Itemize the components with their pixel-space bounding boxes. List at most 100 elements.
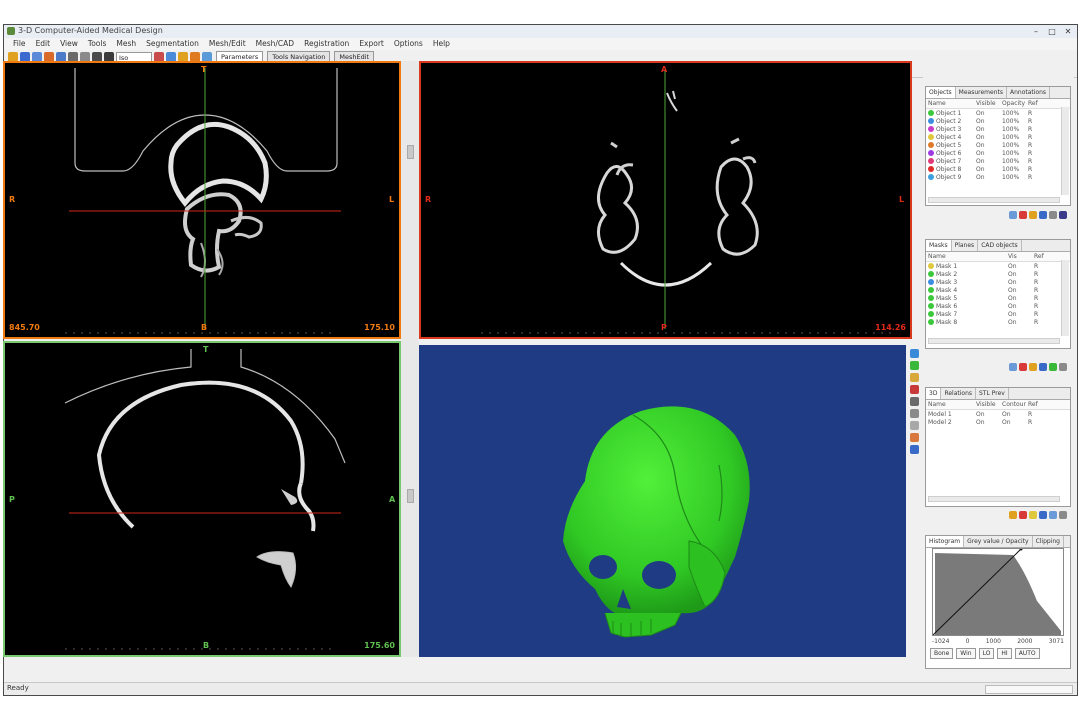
properties-icon[interactable] [1039, 211, 1047, 219]
properties-icon[interactable] [1039, 363, 1047, 371]
3d-view[interactable] [419, 345, 906, 657]
copy-icon[interactable] [1059, 511, 1067, 519]
tab-histogram[interactable]: Histogram [926, 536, 965, 547]
close-button[interactable]: ✕ [1061, 26, 1075, 36]
col-name[interactable]: Name [926, 99, 976, 108]
menu-options[interactable]: Options [389, 38, 428, 50]
col-name[interactable]: Name [926, 400, 976, 409]
list-item[interactable]: Mask 6 On R [926, 302, 1070, 310]
tab-grey-opacity[interactable]: Grey value / Opacity [964, 536, 1033, 547]
list-item[interactable]: Object 8 On 100% R [926, 165, 1070, 173]
col-visible[interactable]: Visible [976, 400, 1002, 409]
lo-button[interactable]: LO [978, 648, 995, 659]
duplicate-icon[interactable] [1029, 211, 1037, 219]
splitter-grip-bottom[interactable] [407, 489, 414, 503]
win-button[interactable]: Win [956, 648, 976, 659]
settings-icon[interactable] [1059, 211, 1067, 219]
col-ref[interactable]: Ref [1028, 400, 1048, 409]
menu-view[interactable]: View [55, 38, 83, 50]
minimize-button[interactable]: – [1029, 26, 1043, 36]
auto-button[interactable]: AUTO [1014, 648, 1040, 659]
menu-registration[interactable]: Registration [299, 38, 354, 50]
masks-vscroll[interactable] [1061, 260, 1069, 336]
new-mask-icon[interactable] [1009, 363, 1017, 371]
reset-view-icon[interactable] [910, 409, 919, 418]
tab-cad-objects[interactable]: CAD objects [978, 240, 1022, 251]
rotate-view-icon[interactable] [910, 397, 919, 406]
tab-clipping[interactable]: Clipping [1033, 536, 1064, 547]
delete-icon[interactable] [1019, 211, 1027, 219]
meshes-hscroll[interactable] [928, 496, 1060, 502]
col-visible[interactable]: Visible [976, 99, 1002, 108]
col-ref[interactable]: Ref [1028, 99, 1048, 108]
list-item[interactable]: Model 1 On On R [926, 410, 1070, 418]
duplicate-icon[interactable] [1029, 363, 1037, 371]
new-mesh-icon[interactable] [1009, 511, 1017, 519]
axial-view[interactable]: T R L B 845.70 175.10 [3, 61, 401, 339]
menu-edit[interactable]: Edit [31, 38, 56, 50]
tab-stl-prev[interactable]: STL Prev [976, 388, 1009, 399]
col-name[interactable]: Name [926, 252, 1008, 261]
splitter-grip-top[interactable] [407, 145, 414, 159]
menu-export[interactable]: Export [354, 38, 389, 50]
list-item[interactable]: Object 9 On 100% R [926, 173, 1070, 181]
list-item[interactable]: Mask 7 On R [926, 310, 1070, 318]
tab-masks[interactable]: Masks [926, 240, 952, 251]
sagittal-view[interactable]: T P A B 175.60 [3, 341, 401, 657]
calc-3d-icon[interactable] [1049, 363, 1057, 371]
tab-3d[interactable]: 3D [926, 388, 942, 399]
properties-icon[interactable] [1039, 511, 1047, 519]
camera-icon[interactable] [910, 445, 919, 454]
clip-icon[interactable] [910, 421, 919, 430]
delete-icon[interactable] [1019, 511, 1027, 519]
histogram-plot[interactable] [932, 547, 1064, 636]
list-item[interactable]: Mask 2 On R [926, 270, 1070, 278]
view-bottom-icon[interactable] [910, 385, 919, 394]
list-item[interactable]: Mask 5 On R [926, 294, 1070, 302]
menu-file[interactable]: File [8, 38, 31, 50]
hi-button[interactable]: HI [997, 648, 1012, 659]
duplicate-icon[interactable] [1029, 511, 1037, 519]
copy-icon[interactable] [1049, 211, 1057, 219]
menu-segmentation[interactable]: Segmentation [141, 38, 204, 50]
histogram-mode-select[interactable]: Bone [930, 648, 954, 659]
list-item[interactable]: Object 2 On 100% R [926, 117, 1070, 125]
coronal-view[interactable]: A R L P 114.26 [419, 61, 912, 339]
view-side-icon[interactable] [910, 361, 919, 370]
col-ref[interactable]: Ref [1034, 252, 1054, 261]
menu-mesh[interactable]: Mesh [111, 38, 141, 50]
new-object-icon[interactable] [1009, 211, 1017, 219]
view-front-icon[interactable] [910, 349, 919, 358]
menu-mesh-edit[interactable]: Mesh/Edit [204, 38, 251, 50]
light-3d-icon[interactable] [910, 433, 919, 442]
list-item[interactable]: Object 4 On 100% R [926, 133, 1070, 141]
list-item[interactable]: Object 1 On 100% R [926, 109, 1070, 117]
copy-icon[interactable] [1059, 363, 1067, 371]
menu-tools[interactable]: Tools [83, 38, 111, 50]
view-splitter[interactable] [401, 61, 419, 657]
menu-help[interactable]: Help [428, 38, 455, 50]
export-mesh-icon[interactable] [1049, 511, 1057, 519]
masks-hscroll[interactable] [928, 338, 1060, 344]
objects-vscroll[interactable] [1061, 107, 1069, 195]
menu-mesh-cad[interactable]: Mesh/CAD [251, 38, 299, 50]
list-item[interactable]: Object 5 On 100% R [926, 141, 1070, 149]
maximize-button[interactable]: □ [1045, 26, 1059, 36]
col-vis[interactable]: Vis [1008, 252, 1034, 261]
tab-objects[interactable]: Objects [926, 87, 956, 98]
delete-icon[interactable] [1019, 363, 1027, 371]
list-item[interactable]: Object 6 On 100% R [926, 149, 1070, 157]
list-item[interactable]: Mask 1 On R [926, 262, 1070, 270]
list-item[interactable]: Object 7 On 100% R [926, 157, 1070, 165]
list-item[interactable]: Mask 8 On R [926, 318, 1070, 326]
tab-planes[interactable]: Planes [952, 240, 979, 251]
objects-hscroll[interactable] [928, 197, 1060, 203]
col-opacity[interactable]: Opacity [1002, 99, 1028, 108]
view-top-icon[interactable] [910, 373, 919, 382]
tab-annotations[interactable]: Annotations [1007, 87, 1051, 98]
tab-relations[interactable]: Relations [941, 388, 976, 399]
tab-measurements[interactable]: Measurements [956, 87, 1007, 98]
list-item[interactable]: Object 3 On 100% R [926, 125, 1070, 133]
list-item[interactable]: Mask 3 On R [926, 278, 1070, 286]
list-item[interactable]: Mask 4 On R [926, 286, 1070, 294]
